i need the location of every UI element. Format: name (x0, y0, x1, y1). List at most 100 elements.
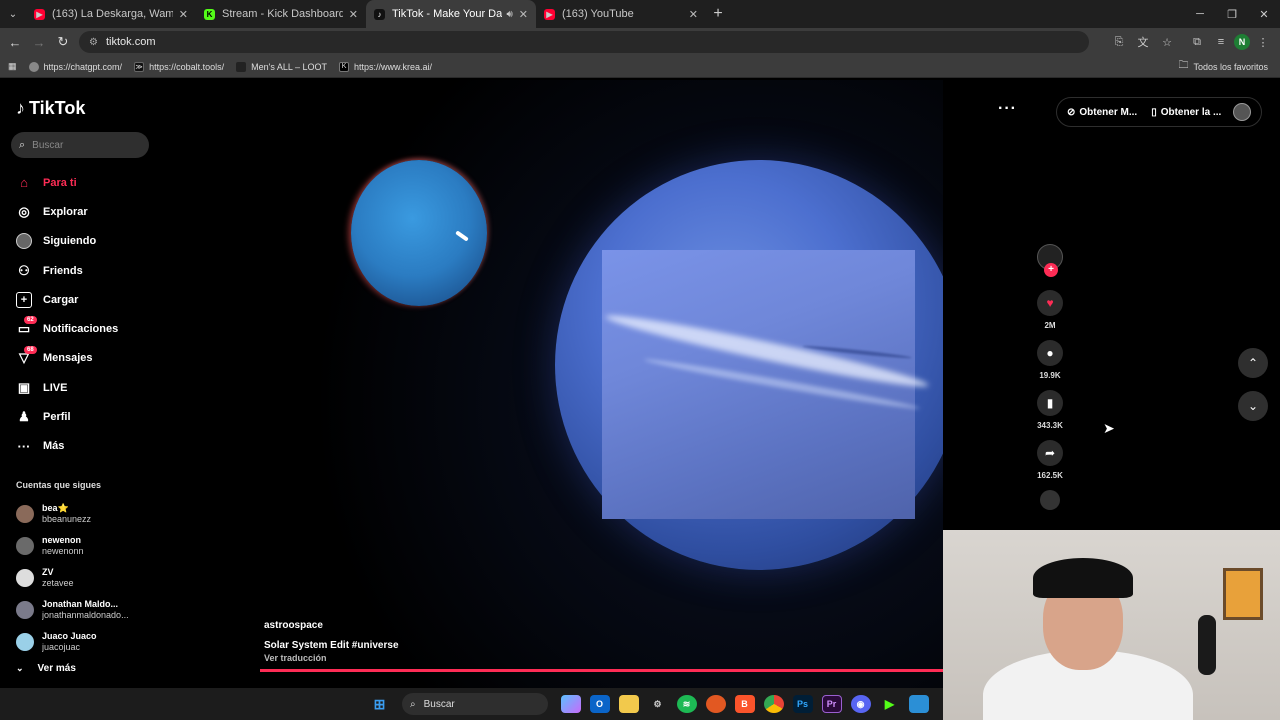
search-input[interactable]: ⌕ Buscar (11, 132, 149, 158)
premiere-icon[interactable]: Pr (821, 695, 842, 713)
photoshop-icon[interactable]: Ps (792, 695, 813, 713)
user-avatar[interactable] (1233, 103, 1251, 121)
video-progress-bar[interactable] (260, 669, 943, 672)
kick-app-icon[interactable]: ▶ (880, 695, 900, 713)
app-icon-blue[interactable] (908, 695, 929, 713)
new-tab-button[interactable]: + (706, 5, 730, 23)
bookmark-loot[interactable]: Men's ALL – LOOT (236, 61, 327, 72)
forward-arrow-icon[interactable]: → (27, 35, 51, 50)
minimize-icon[interactable]: ─ (1184, 8, 1216, 20)
share-button[interactable]: ➦ 162.5K (1030, 440, 1070, 480)
sidebar-item-mas[interactable]: ··· Más (16, 432, 156, 461)
account-name: ZV (42, 567, 54, 577)
close-tab-icon[interactable]: ✕ (519, 8, 528, 21)
logo-text: TikTok (29, 98, 86, 118)
tab-title: (163) YouTube (562, 8, 634, 20)
sidebar-item-label: Perfil (43, 411, 71, 424)
discord-icon[interactable]: ◉ (850, 695, 871, 713)
more-options-icon[interactable]: ··· (998, 100, 1017, 118)
chevron-down-icon: ⌄ (1247, 399, 1259, 413)
reload-icon[interactable]: ↻ (51, 34, 75, 50)
close-tab-icon[interactable]: ✕ (689, 8, 698, 21)
extensions-icon[interactable]: ⧉ (1186, 36, 1208, 49)
tiktok-logo[interactable]: ♪ TikTok (16, 98, 85, 119)
sidebar-item-para-ti[interactable]: ⌂ Para ti (16, 168, 156, 197)
sidebar-item-siguiendo[interactable]: Siguiendo (16, 227, 156, 256)
close-window-icon[interactable]: ✕ (1248, 8, 1280, 21)
maximize-icon[interactable]: ❐ (1216, 8, 1248, 21)
profile-icon: ♟ (18, 409, 30, 425)
author-avatar[interactable]: + (1037, 244, 1063, 277)
avatar (16, 633, 34, 651)
sidebar-item-notificaciones[interactable]: ▭ 62 Notificaciones (16, 314, 156, 343)
music-disc-icon[interactable] (1040, 490, 1060, 510)
bookmark-cobalt[interactable]: ≫ https://cobalt.tools/ (134, 61, 224, 72)
tab-youtube[interactable]: ▶ (163) YouTube ✕ (536, 0, 706, 28)
windows-start-icon[interactable]: ⊞ (370, 695, 390, 713)
kebab-menu-icon[interactable]: ⋮ (1252, 36, 1274, 49)
install-app-icon[interactable]: ⎘ (1108, 36, 1130, 49)
tab-youtube-la-deskarga[interactable]: ▶ (163) La Deskarga, Wampi - Am ✕ (26, 0, 196, 28)
see-more-button[interactable]: ⌄ Ver más (16, 663, 76, 674)
sidebar-item-label: Notificaciones (43, 323, 119, 336)
video-player[interactable]: astroospace Solar System Edit #universe … (260, 80, 943, 688)
taskbar-search[interactable]: ⌕ Buscar (402, 693, 548, 715)
bookmark-krea[interactable]: K https://www.krea.ai/ (339, 61, 432, 72)
site-info-icon[interactable]: ⚙ (89, 37, 98, 48)
following-account-juaco[interactable]: Juaco Juaco juacojuac (16, 626, 151, 658)
file-explorer-icon[interactable] (618, 695, 639, 713)
apps-grid-icon[interactable]: ▦ (8, 61, 17, 72)
video-author[interactable]: astroospace (264, 620, 399, 631)
next-video-button[interactable]: ⌄ (1238, 391, 1268, 421)
previous-video-button[interactable]: ⌃ (1238, 348, 1268, 378)
tab-tiktok[interactable]: ♪ TikTok - Make Your Day 🔊︎ ✕ (366, 0, 536, 28)
copilot-icon[interactable] (560, 695, 581, 713)
chrome-icon[interactable] (763, 695, 784, 713)
bookmark-star-icon[interactable]: ☆ (1156, 36, 1178, 49)
save-button[interactable]: ▮ 343.3K (1030, 390, 1070, 430)
speaker-icon[interactable]: 🔊︎ (506, 9, 512, 20)
profile-avatar[interactable]: N (1234, 34, 1250, 50)
following-account-zv[interactable]: ZV zetavee (16, 562, 151, 594)
bookmark-chatgpt[interactable]: https://chatgpt.com/ (28, 61, 122, 72)
avatar (16, 505, 34, 523)
toolbar-right: ⎘ 文 ☆ ⧉ ≡ N ⋮ (1106, 28, 1280, 56)
search-icon: ⌕ (410, 698, 416, 710)
following-account-jonathan[interactable]: Jonathan Maldo... jonathanmaldonado... (16, 594, 151, 626)
krea-icon: K (339, 61, 350, 72)
translate-link[interactable]: Ver traducción (264, 653, 399, 663)
url-bar[interactable]: ⚙ tiktok.com (79, 31, 1089, 53)
sidebar-item-perfil[interactable]: ♟ Perfil (16, 402, 156, 431)
get-app-button[interactable]: ▯ Obtener la ... (1151, 107, 1221, 118)
translate-icon[interactable]: 文 (1132, 34, 1154, 50)
sidebar-item-mensajes[interactable]: ▽ 68 Mensajes (16, 344, 156, 373)
sidebar-item-label: Más (43, 440, 65, 453)
account-handle: zetavee (42, 578, 74, 588)
planet-closeup-image (602, 250, 931, 519)
like-button[interactable]: ♥ 2M (1030, 290, 1070, 330)
tab-search-button[interactable]: ⌄ (0, 0, 26, 28)
outlook-icon[interactable]: O (589, 695, 610, 713)
app-icon[interactable] (705, 695, 726, 713)
settings-gear-icon[interactable]: ⚙ (648, 695, 668, 713)
tab-kick-dashboard[interactable]: K Stream - Kick Dashboard ✕ (196, 0, 366, 28)
close-tab-icon[interactable]: ✕ (349, 8, 358, 21)
following-account-bea[interactable]: bea⭐ bbeanunezz (16, 498, 151, 530)
sidebar-item-cargar[interactable]: + Cargar (16, 285, 156, 314)
sidebar-item-label: Cargar (43, 293, 79, 306)
brave-icon[interactable]: B (734, 695, 755, 713)
spotify-icon[interactable]: ≋ (676, 695, 697, 713)
sidebar-item-explorar[interactable]: ◎ Explorar (16, 197, 156, 226)
window-controls: ─ ❐ ✕ (1184, 0, 1280, 28)
following-account-newenon[interactable]: newenon newenonn (16, 530, 151, 562)
comment-button[interactable]: ● 19.9K (1030, 340, 1070, 380)
sidebar-item-friends[interactable]: ⚇ Friends (16, 256, 156, 285)
close-tab-icon[interactable]: ✕ (179, 8, 188, 21)
media-controls-icon[interactable]: ≡ (1210, 36, 1232, 48)
back-arrow-icon[interactable]: ← (3, 35, 27, 50)
sidebar-item-live[interactable]: ▣ LIVE (16, 373, 156, 402)
get-coins-button[interactable]: ⊘ Obtener M... (1067, 107, 1137, 118)
all-bookmarks-button[interactable]: 🗀 Todos los favoritos (1178, 58, 1268, 75)
cobalt-icon: ≫ (134, 61, 145, 72)
follow-plus-icon[interactable]: + (1044, 263, 1058, 277)
